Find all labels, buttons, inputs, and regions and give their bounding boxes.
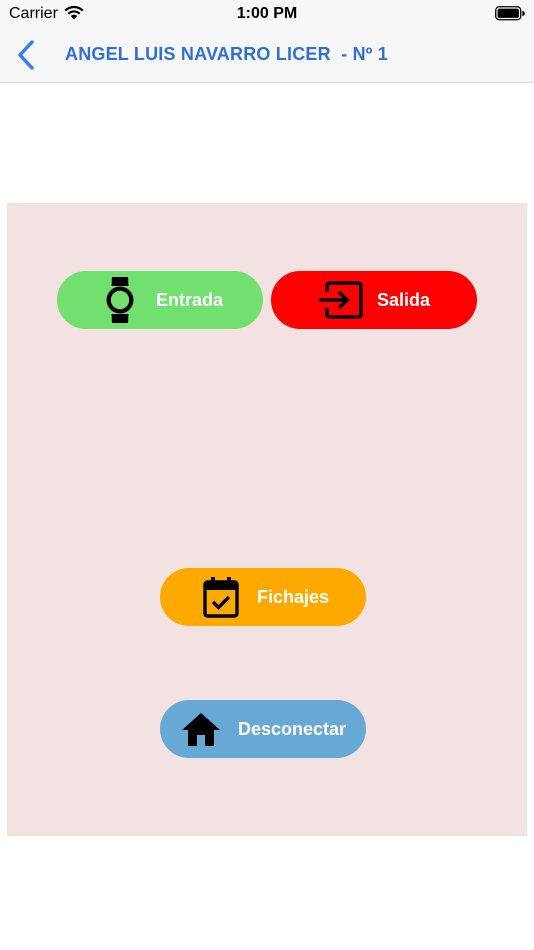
back-button[interactable]: [12, 39, 40, 71]
desconectar-button[interactable]: Desconectar: [160, 700, 366, 758]
navigation-bar: ANGEL LUIS NAVARRO LICER - Nº 1: [0, 28, 534, 83]
page-title: ANGEL LUIS NAVARRO LICER - Nº 1: [65, 44, 388, 64]
salida-label: Salida: [377, 289, 431, 310]
status-bar: Carrier 1:00 PM: [0, 0, 534, 28]
status-time: 1:00 PM: [236, 5, 298, 22]
entrada-label: Entrada: [156, 289, 224, 310]
salida-button[interactable]: Salida: [271, 271, 477, 329]
fichajes-label: Fichajes: [257, 586, 330, 607]
home-icon: [180, 711, 222, 747]
entrada-button[interactable]: Entrada: [57, 271, 263, 329]
exit-icon: [317, 281, 363, 319]
fichajes-button[interactable]: Fichajes: [160, 568, 366, 626]
watch-icon: [102, 275, 138, 325]
calendar-check-icon: [202, 576, 240, 618]
battery-icon: [495, 6, 525, 26]
desconectar-label: Desconectar: [238, 718, 347, 739]
chevron-left-icon: [18, 40, 34, 70]
